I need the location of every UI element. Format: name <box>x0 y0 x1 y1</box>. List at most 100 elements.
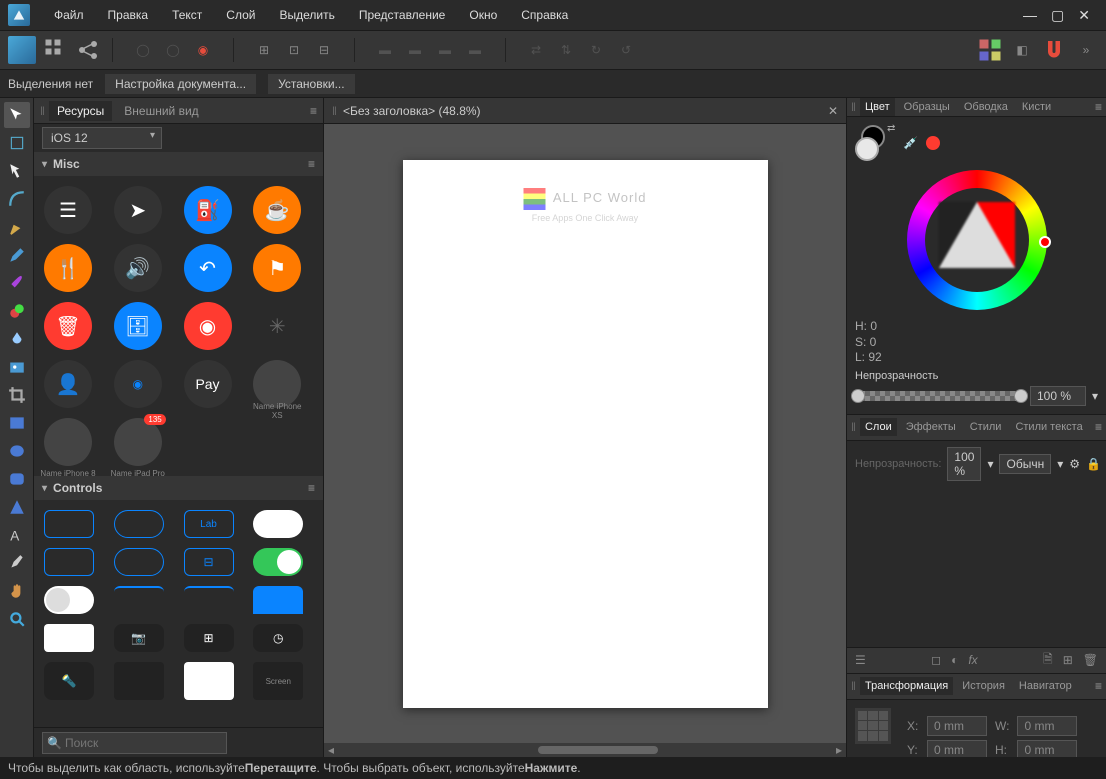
asset-sound-icon[interactable]: 🔊 <box>114 244 162 292</box>
trash-icon[interactable]: 🗑 <box>1083 653 1098 667</box>
more-icon[interactable]: » <box>1074 38 1098 62</box>
dropdown-icon[interactable]: ▾ <box>1092 389 1098 403</box>
swap-icon[interactable]: ⇄ <box>887 123 895 134</box>
h-field[interactable]: 0 mm <box>1017 740 1077 757</box>
lock-icon[interactable]: 🔒 <box>1086 457 1101 471</box>
maximize-icon[interactable]: ▢ <box>1051 7 1064 24</box>
shape1-icon[interactable]: ◯ <box>131 38 155 62</box>
preset-dropdown[interactable]: iOS 12 <box>42 127 162 149</box>
eyedropper-icon[interactable]: 💉 <box>903 136 918 150</box>
ctrl-block2[interactable] <box>184 662 234 700</box>
section-misc[interactable]: ▾ Misc ≡ <box>34 152 323 176</box>
y-field[interactable]: 0 mm <box>927 740 987 757</box>
x-field[interactable]: 0 mm <box>927 716 987 736</box>
menu-help[interactable]: Справка <box>511 4 578 26</box>
preferences-button[interactable]: Установки... <box>268 74 355 94</box>
flip1-icon[interactable]: ⇄ <box>524 38 548 62</box>
rotate1-icon[interactable]: ↻ <box>584 38 608 62</box>
zoom-tool[interactable] <box>4 606 30 632</box>
ctrl-timer-icon[interactable]: ◷ <box>253 624 303 652</box>
artboard-tool[interactable] <box>4 130 30 156</box>
close-tab-icon[interactable]: ✕ <box>828 104 838 118</box>
menu-view[interactable]: Представление <box>349 4 456 26</box>
color-wheel[interactable] <box>907 170 1047 310</box>
triangle-tool[interactable] <box>4 494 30 520</box>
shape2-icon[interactable]: ◯ <box>161 38 185 62</box>
adjust-icon[interactable]: ◐ <box>951 653 958 667</box>
tab-assets[interactable]: Ресурсы <box>49 101 112 121</box>
tab-effects[interactable]: Эффекты <box>901 418 961 436</box>
asset-record-icon[interactable]: ◉ <box>114 360 162 408</box>
asset-spinner-icon[interactable]: ✳ <box>253 302 301 350</box>
asset-reply-icon[interactable]: ↶ <box>184 244 232 292</box>
app-icon[interactable] <box>8 36 36 64</box>
scroll-left-icon[interactable]: ◂ <box>324 743 338 757</box>
page[interactable]: ALL PC World Free Apps One Click Away <box>403 160 768 708</box>
document-tab-title[interactable]: <Без заголовка> (48.8%) <box>343 104 481 118</box>
dropdown-icon[interactable]: ▾ <box>1057 457 1063 471</box>
order2-icon[interactable]: ▬ <box>403 38 427 62</box>
tab-appearance[interactable]: Внешний вид <box>116 101 206 121</box>
asset-fuel-icon[interactable]: ⛽ <box>184 186 232 234</box>
scroll-right-icon[interactable]: ▸ <box>832 743 846 757</box>
opacity-slider[interactable] <box>855 391 1024 401</box>
tab-navigator[interactable]: Навигатор <box>1014 677 1077 695</box>
color-cursor[interactable] <box>1039 236 1051 248</box>
layers-icon[interactable]: ☰ <box>855 653 866 667</box>
shape3-icon[interactable]: ◉ <box>191 38 215 62</box>
search-input[interactable] <box>42 732 227 754</box>
ctrl-camera-icon[interactable]: 📷 <box>114 624 164 652</box>
asset-applepay-icon[interactable]: Pay <box>184 360 232 408</box>
eyedropper-tool[interactable] <box>4 550 30 576</box>
move-tool[interactable] <box>4 102 30 128</box>
asset-food-icon[interactable]: 🍴 <box>44 244 92 292</box>
color-swatches[interactable]: ⇄ <box>855 125 895 161</box>
dropdown-icon[interactable]: ▾ <box>987 457 993 471</box>
pencil-tool[interactable] <box>4 242 30 268</box>
ctrl-divider[interactable] <box>114 586 164 614</box>
ctrl-divider2[interactable] <box>184 586 234 614</box>
tab-transform[interactable]: Трансформация <box>860 677 953 695</box>
blend-mode-field[interactable]: Обычн <box>999 454 1051 474</box>
recent-color[interactable] <box>926 136 940 150</box>
section-controls[interactable]: ▾ Controls ≡ <box>34 476 323 500</box>
group-icon[interactable]: ⊞ <box>1063 653 1073 667</box>
asset-location-icon[interactable]: ➤ <box>114 186 162 234</box>
tab-color[interactable]: Цвет <box>860 98 895 116</box>
transparency-tool[interactable] <box>4 326 30 352</box>
brush-tool[interactable] <box>4 270 30 296</box>
horizontal-scrollbar[interactable]: ◂ ▸ <box>324 743 846 757</box>
menu-text[interactable]: Текст <box>162 4 212 26</box>
ctrl-flashlight-icon[interactable]: 🔦 <box>44 662 94 700</box>
share-icon[interactable] <box>76 38 100 62</box>
order1-icon[interactable]: ▬ <box>373 38 397 62</box>
ctrl-button-pill[interactable] <box>114 510 164 538</box>
tab-history[interactable]: История <box>957 677 1010 695</box>
ctrl-field-pill[interactable] <box>114 548 164 576</box>
ctrl-button-outline[interactable] <box>44 510 94 538</box>
crop-tool[interactable] <box>4 382 30 408</box>
minimize-icon[interactable]: — <box>1023 7 1037 24</box>
order4-icon[interactable]: ▬ <box>463 38 487 62</box>
view-icon[interactable]: ◧ <box>1010 38 1034 62</box>
flip2-icon[interactable]: ⇅ <box>554 38 578 62</box>
ctrl-tab[interactable] <box>253 586 303 614</box>
anchor-widget[interactable] <box>855 708 891 744</box>
align3-icon[interactable]: ⊟ <box>312 38 336 62</box>
ctrl-block1[interactable] <box>114 662 164 700</box>
gear-icon[interactable]: ⚙ <box>1069 457 1080 471</box>
menu-select[interactable]: Выделить <box>269 4 344 26</box>
rectangle-tool[interactable] <box>4 410 30 436</box>
asset-cup-icon[interactable]: ☕ <box>253 186 301 234</box>
layer-opacity-field[interactable]: 100 % <box>947 447 981 481</box>
asset-avatar-icon[interactable]: 👤 <box>44 360 92 408</box>
hand-tool[interactable] <box>4 578 30 604</box>
tab-brushes[interactable]: Кисти <box>1017 98 1056 116</box>
ctrl-switch[interactable] <box>44 586 94 614</box>
fx-icon[interactable]: fx <box>968 653 977 667</box>
ctrl-toggle-on[interactable] <box>253 548 303 576</box>
ctrl-calculator-icon[interactable]: ⊞ <box>184 624 234 652</box>
canvas[interactable]: ALL PC World Free Apps One Click Away <box>324 124 846 743</box>
magnet-icon[interactable] <box>1042 38 1066 62</box>
asset-fingerprint-icon[interactable]: ◉ <box>184 302 232 350</box>
